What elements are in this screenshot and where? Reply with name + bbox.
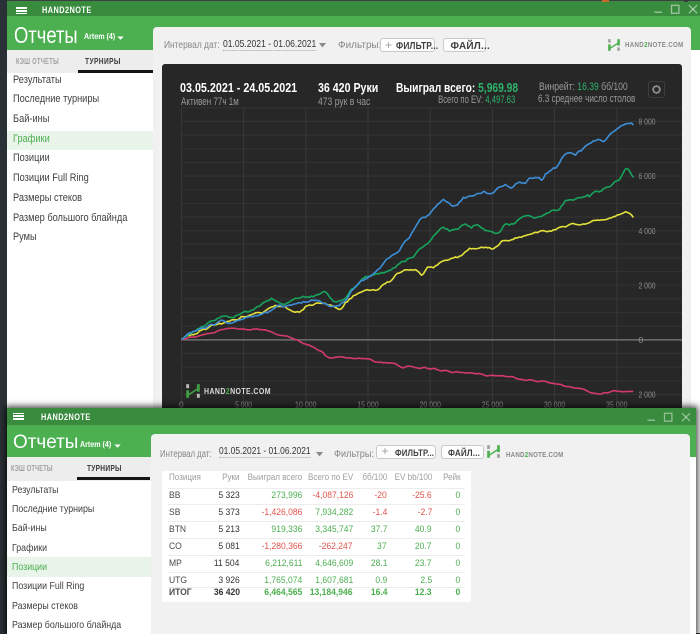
svg-text:2 000: 2 000 [638, 280, 655, 290]
svg-text:8 000: 8 000 [638, 116, 655, 126]
svg-text:4 000: 4 000 [638, 225, 655, 235]
svg-text:2 000: 2 000 [638, 389, 655, 399]
svg-text:0: 0 [638, 334, 643, 344]
svg-text:6 000: 6 000 [638, 171, 655, 181]
